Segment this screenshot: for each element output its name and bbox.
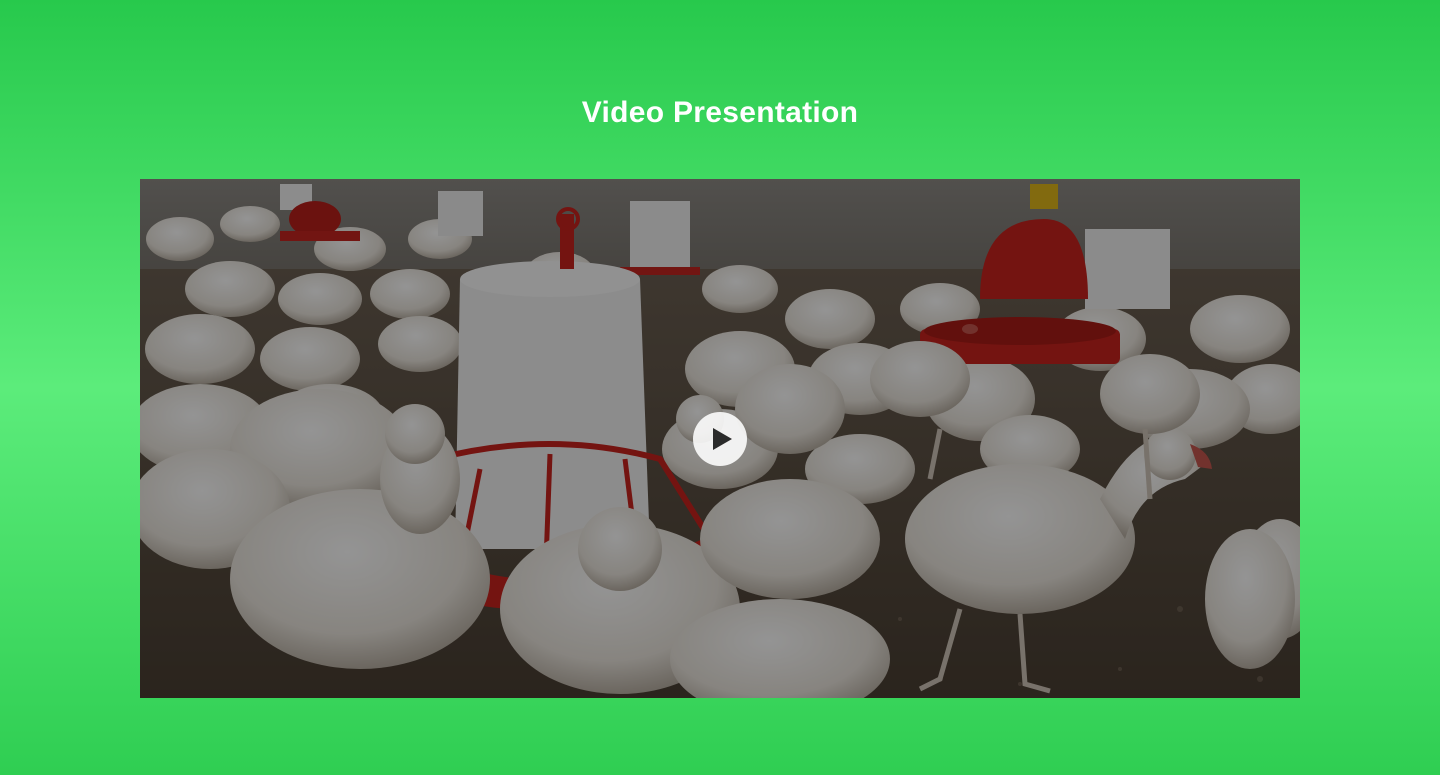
section-title: Video Presentation — [581, 96, 859, 129]
video-presentation-section: Video Presentation — [0, 0, 1440, 775]
play-button[interactable] — [693, 412, 747, 466]
video-player[interactable] — [140, 179, 1300, 698]
play-icon — [713, 428, 732, 450]
